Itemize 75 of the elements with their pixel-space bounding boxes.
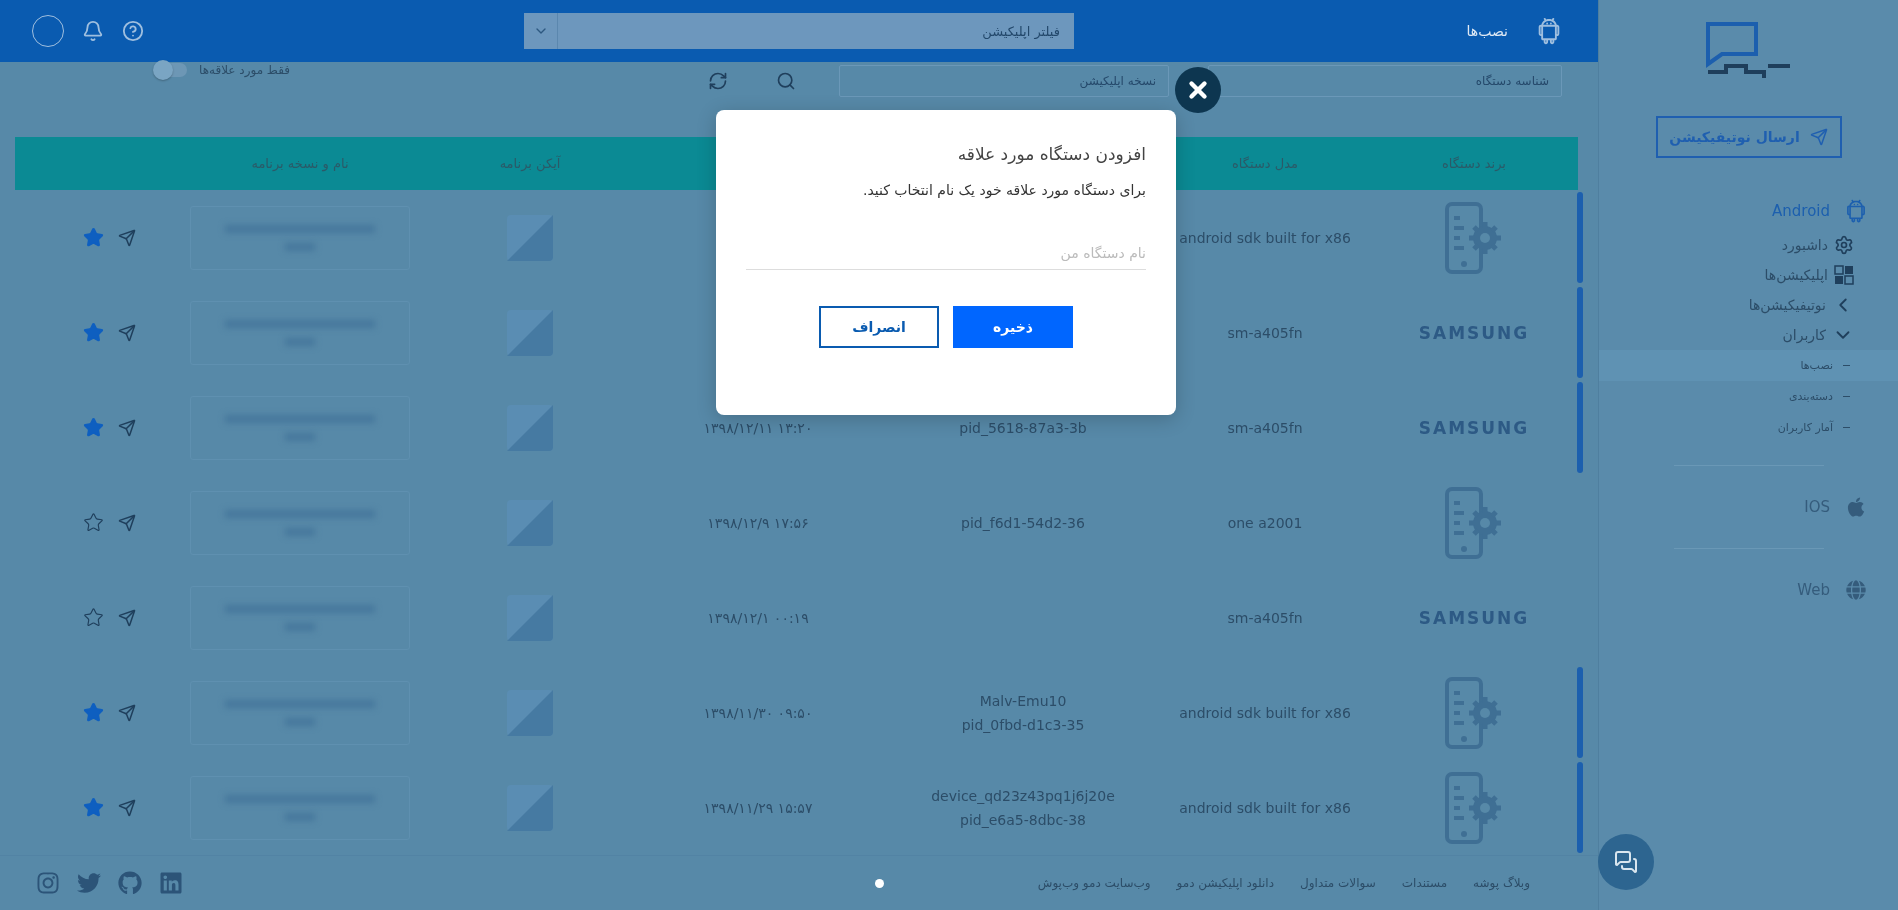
chat-icon [1614,850,1638,874]
footer-link[interactable]: مستندات [1401,876,1448,890]
send-icon[interactable] [118,703,136,722]
star-icon[interactable] [83,797,104,818]
nav-item[interactable]: داشبورد [1599,230,1898,260]
phone-gear-icon [1445,201,1503,274]
gear-icon [1834,235,1854,255]
star-icon[interactable] [83,227,104,248]
install-date: ۱۳۹۸/۱۱/۳۰ ۰۹:۵۰ [703,704,813,721]
favorites-only-label: فقط مورد علاقه‌ها [199,63,291,77]
device-model: one a2001 [1227,514,1303,531]
chat-button[interactable] [1598,834,1654,890]
send-icon[interactable] [118,228,136,247]
footer-link[interactable]: وبلاگ پوشه [1473,876,1530,890]
send-icon[interactable] [118,418,136,437]
search-icon [776,71,796,91]
device-model: sm-a405fn [1227,324,1303,341]
modal-title: افزودن دستگاه مورد علاقه [956,144,1146,164]
footer-link[interactable]: دانلود اپلیکیشن دمو [1176,876,1275,890]
star-icon[interactable] [83,322,104,343]
footer-link[interactable]: سوالات متداول [1300,876,1376,890]
close-button[interactable] [1175,67,1221,113]
device-model: sm-a405fn [1227,609,1303,626]
grid-icon [1834,265,1854,285]
install-date: ۱۳۹۸/۱۲/۹ ۱۷:۵۶ [707,514,809,531]
install-date: ۱۳۹۸/۱۲/۱ ۰۰:۱۹ [707,609,809,626]
send-icon[interactable] [118,798,136,817]
device-id: pid_f6d1-54d2-36 [961,514,1085,531]
device-id: pid_0fbd-d1c3-35 [961,716,1085,733]
modal-message: برای دستگاه مورد علاقه خود یک نام انتخاب کنید. [862,182,1146,198]
github-icon[interactable] [118,871,142,895]
help-icon[interactable] [122,20,144,42]
cancel-button[interactable]: انصراف [819,306,939,348]
phone-gear-icon [1445,486,1503,559]
app-version-field[interactable]: نسخه اپلیکیشن [839,65,1169,97]
phone-gear-icon [1445,676,1503,749]
device-id: pid_e6a5-8dbc-38 [960,811,1086,828]
install-date: ۱۳۹۸/۱۱/۲۹ ۱۵:۵۷ [703,799,813,816]
phone-gear-icon [1445,771,1503,844]
star-icon[interactable] [83,702,104,723]
section-title: نصب‌ها [1466,23,1508,39]
nav-item[interactable]: نوتیفیکیشن‌ها [1599,290,1898,320]
device-model: android sdk built for x86 [1179,229,1351,246]
platform-link[interactable]: Android [1599,192,1898,230]
favorites-only-toggle[interactable] [155,63,187,77]
nav-item[interactable]: اپلیکیشن‌ها [1599,260,1898,290]
device-id: device_qd23z43pq1j6j20e [931,787,1115,804]
save-button[interactable]: ذخیره [953,306,1073,348]
footer-link[interactable]: وب‌سایت دمو وب‌پوش [1037,876,1151,890]
nav-subitem[interactable]: نصب‌ها [1599,350,1898,381]
install-date: ۱۳۹۸/۱۲/۱۱ ۱۳:۲۰ [703,419,813,436]
nav-item[interactable]: کاربران [1599,320,1898,350]
instagram-icon[interactable] [36,871,60,895]
send-icon[interactable] [118,323,136,342]
app-filter-field[interactable]: فیلتر اپلیکیشن [558,13,1074,49]
nav-subitem[interactable]: دسته‌بندی [1599,381,1898,412]
page-dot[interactable] [874,878,884,888]
send-icon[interactable] [118,608,136,627]
send-icon [1809,128,1828,146]
device-id: pid_5618-87a3-3b [959,419,1087,436]
linkedin-icon[interactable] [159,871,183,895]
twitter-icon[interactable] [77,871,101,895]
refresh-icon [708,71,728,91]
send-icon[interactable] [118,513,136,532]
device-model: sm-a405fn [1227,419,1303,436]
device-model: android sdk built for x86 [1179,799,1351,816]
star-icon[interactable] [83,417,104,438]
bell-icon[interactable] [82,20,104,42]
nav-subitem[interactable]: آمار کاربران [1599,412,1898,443]
device-id: Malv-Emu10 [979,692,1067,709]
star-icon[interactable] [83,512,104,533]
device-id-field[interactable]: شناسه دستگاه [1208,65,1562,97]
send-notification-button[interactable]: ارسال نوتیفیکیشن [1655,116,1842,158]
device-model: android sdk built for x86 [1179,704,1351,721]
star-icon[interactable] [83,607,104,628]
